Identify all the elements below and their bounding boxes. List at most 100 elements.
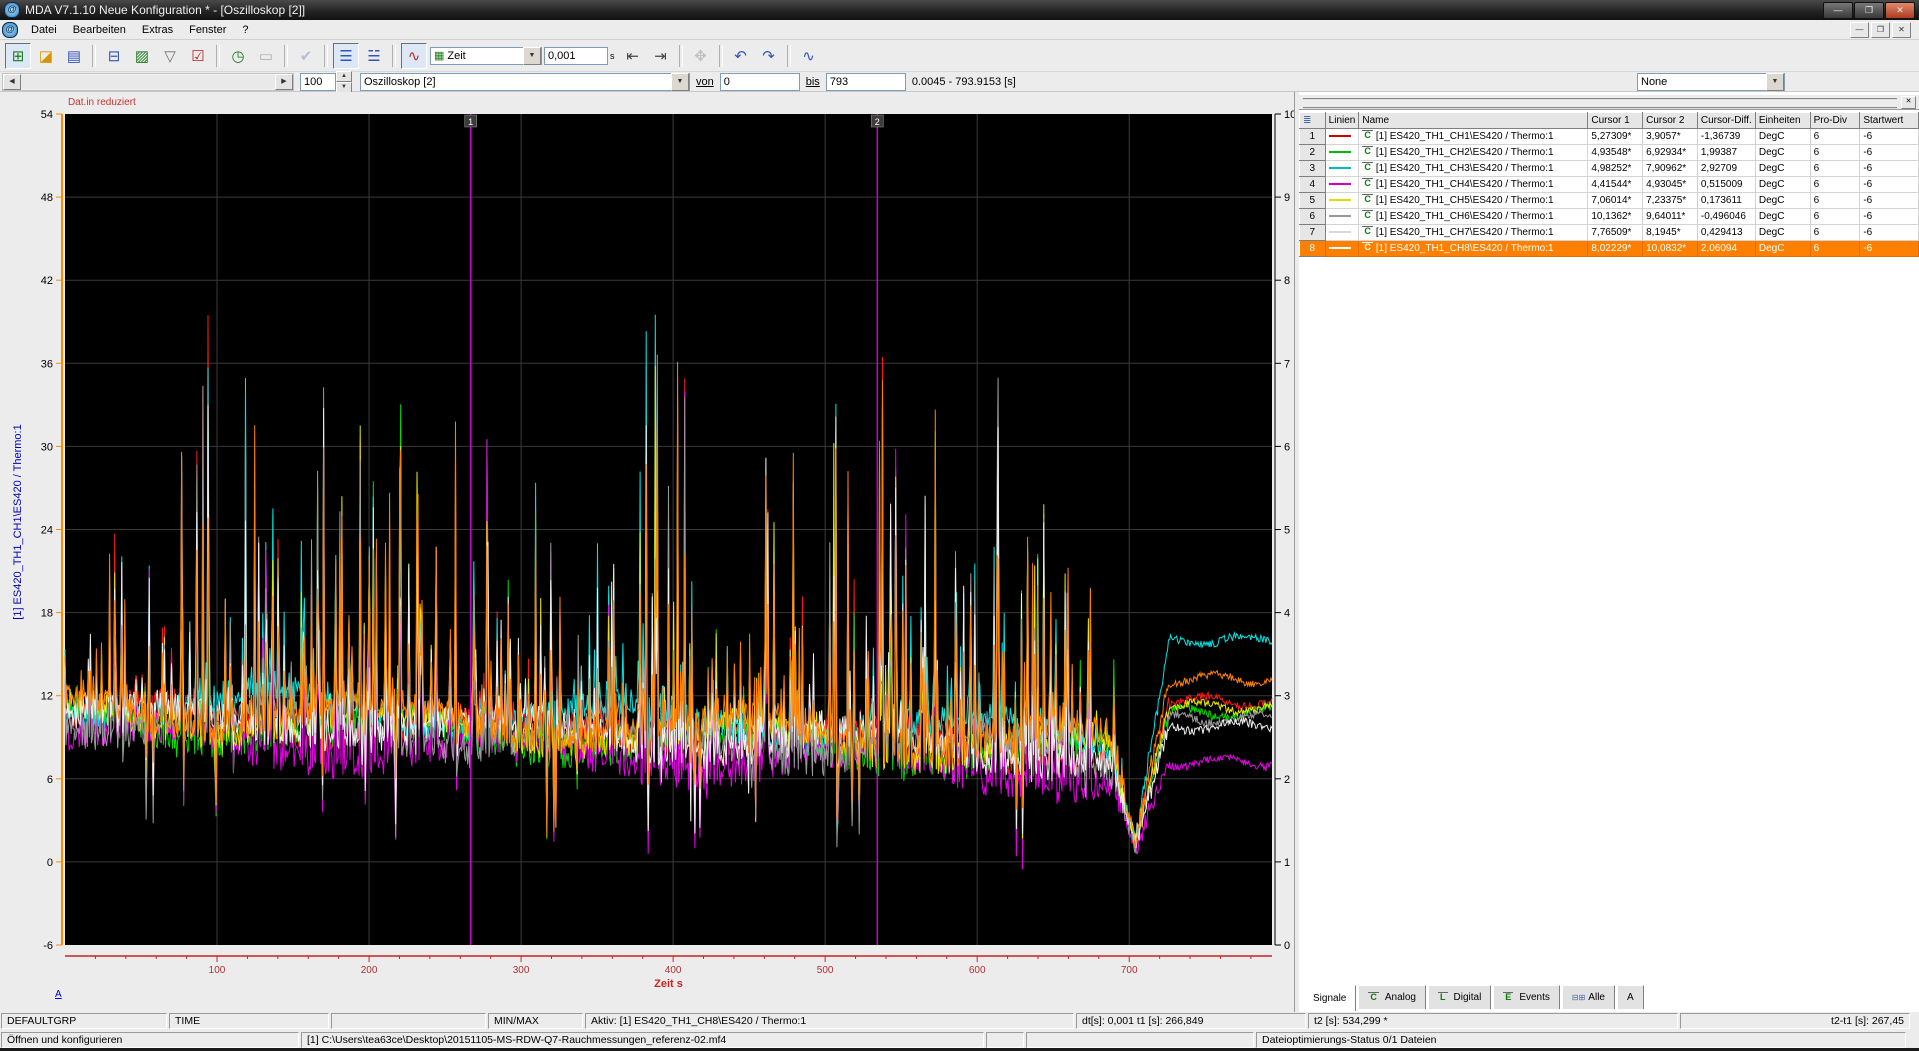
signal-name[interactable]: C[1] ES420_TH1_CH8\ES420 / Thermo:1 xyxy=(1359,241,1588,257)
menu-item-datei[interactable]: Datei xyxy=(23,22,65,38)
save-button[interactable]: ▤ xyxy=(61,43,87,69)
cursor-diff-value[interactable]: -0,496046 xyxy=(1697,209,1755,225)
unit-value[interactable]: DegC xyxy=(1755,161,1810,177)
startwert-value[interactable]: -6 xyxy=(1860,129,1919,145)
line-style-cell[interactable] xyxy=(1325,241,1359,257)
signal-name[interactable]: C[1] ES420_TH1_CH3\ES420 / Thermo:1 xyxy=(1359,161,1588,177)
chevron-down-icon[interactable]: ▼ xyxy=(671,73,689,91)
prodiv-value[interactable]: 6 xyxy=(1810,145,1860,161)
von-input[interactable] xyxy=(720,73,800,91)
cursor1-value[interactable]: 4,93548* xyxy=(1588,145,1643,161)
column-header-pro-div[interactable]: Pro-Div xyxy=(1810,113,1860,129)
prodiv-value[interactable]: 6 xyxy=(1810,225,1860,241)
signal-name[interactable]: C[1] ES420_TH1_CH1\ES420 / Thermo:1 xyxy=(1359,129,1588,145)
list-view-button[interactable]: ☰ xyxy=(333,43,359,69)
prodiv-value[interactable]: 6 xyxy=(1810,241,1860,257)
tab-digital[interactable]: LDigital xyxy=(1428,985,1491,1009)
cursor1-value[interactable]: 7,76509* xyxy=(1588,225,1643,241)
line-style-cell[interactable] xyxy=(1325,161,1359,177)
title-bar[interactable]: @ MDA V7.1.10 Neue Konfiguration * - [Os… xyxy=(0,0,1919,20)
line-style-cell[interactable] xyxy=(1325,225,1359,241)
prodiv-value[interactable]: 6 xyxy=(1810,161,1860,177)
cursor2-value[interactable]: 9,64011* xyxy=(1643,209,1698,225)
cursor-diff-value[interactable]: 0,173611 xyxy=(1697,193,1755,209)
row-number[interactable]: 1 xyxy=(1300,129,1326,145)
list-config-button[interactable]: ☱ xyxy=(361,43,387,69)
row-number[interactable]: 2 xyxy=(1300,145,1326,161)
tab-a[interactable]: A xyxy=(1617,985,1644,1009)
unit-value[interactable]: DegC xyxy=(1755,193,1810,209)
cursor1-value[interactable]: 7,06014* xyxy=(1588,193,1643,209)
signal-curve-button[interactable]: ∿ xyxy=(401,43,427,69)
open-file-button[interactable]: ◪ xyxy=(33,43,59,69)
time-mode-select[interactable]: ▦ Zeit ▼ xyxy=(430,47,542,65)
minimize-button[interactable]: — xyxy=(1823,2,1853,19)
menu-item-[interactable]: ? xyxy=(234,22,256,38)
line-style-cell[interactable] xyxy=(1325,177,1359,193)
close-panel-icon[interactable]: ✕ xyxy=(1901,96,1916,109)
startwert-value[interactable]: -6 xyxy=(1860,225,1919,241)
table-row[interactable]: 8C[1] ES420_TH1_CH8\ES420 / Thermo:18,02… xyxy=(1300,241,1919,257)
chevron-down-icon[interactable]: ▼ xyxy=(1766,73,1784,91)
line-style-cell[interactable] xyxy=(1325,129,1359,145)
scroll-left-icon[interactable]: ◀ xyxy=(3,74,21,90)
chevron-down-icon[interactable]: ▼ xyxy=(523,47,541,65)
line-style-cell[interactable] xyxy=(1325,209,1359,225)
prodiv-value[interactable]: 6 xyxy=(1810,129,1860,145)
cursor-diff-value[interactable]: 0,515009 xyxy=(1697,177,1755,193)
prodiv-value[interactable]: 6 xyxy=(1810,193,1860,209)
tab-analog[interactable]: CAnalog xyxy=(1358,985,1426,1009)
filter-button[interactable]: ▽ xyxy=(157,43,183,69)
cursor-diff-value[interactable]: 1,99387 xyxy=(1697,145,1755,161)
table-row[interactable]: 7 C[1] ES420_TH1_CH7\ES420 / Thermo:17,76… xyxy=(1300,225,1919,241)
signal-name[interactable]: C[1] ES420_TH1_CH7\ES420 / Thermo:1 xyxy=(1359,225,1588,241)
prodiv-value[interactable]: 6 xyxy=(1810,209,1860,225)
prodiv-value[interactable]: 6 xyxy=(1810,177,1860,193)
edit-config-button[interactable]: ▨ xyxy=(129,43,155,69)
cursor-diff-value[interactable]: 2,92709 xyxy=(1697,161,1755,177)
filter-select[interactable]: None ▼ xyxy=(1637,73,1785,91)
row-number[interactable]: 7 xyxy=(1300,225,1326,241)
column-header-cursor-2[interactable]: Cursor 2 xyxy=(1643,113,1698,129)
tab-signale[interactable]: Signale xyxy=(1303,985,1356,1011)
line-style-cell[interactable] xyxy=(1325,193,1359,209)
startwert-value[interactable]: -6 xyxy=(1860,177,1919,193)
redo-button[interactable]: ↷ xyxy=(756,43,782,69)
signal-name[interactable]: C[1] ES420_TH1_CH2\ES420 / Thermo:1 xyxy=(1359,145,1588,161)
cursor-diff-value[interactable]: -1,36739 xyxy=(1697,129,1755,145)
table-row[interactable]: 4C[1] ES420_TH1_CH4\ES420 / Thermo:14,41… xyxy=(1300,177,1919,193)
cursor1-value[interactable]: 5,27309* xyxy=(1588,129,1643,145)
column-header-cursor-1[interactable]: Cursor 1 xyxy=(1588,113,1643,129)
cursor2-value[interactable]: 8,1945* xyxy=(1643,225,1698,241)
undo-button[interactable]: ↶ xyxy=(728,43,754,69)
row-number[interactable]: 8 xyxy=(1300,241,1326,257)
unit-value[interactable]: DegC xyxy=(1755,225,1810,241)
maximize-button[interactable]: ❐ xyxy=(1854,2,1884,19)
table-row[interactable]: 6C[1] ES420_TH1_CH6\ES420 / Thermo:110,1… xyxy=(1300,209,1919,225)
check-list-button[interactable]: ☑ xyxy=(185,43,211,69)
cursor2-value[interactable]: 4,93045* xyxy=(1643,177,1698,193)
oscilloscope-chart[interactable]: -606121824303642485401234567891012100200… xyxy=(0,92,1294,1012)
row-number[interactable]: 5 xyxy=(1300,193,1326,209)
cursor-diff-value[interactable]: 2,06094 xyxy=(1697,241,1755,257)
tab-events[interactable]: EEvents xyxy=(1493,985,1560,1009)
table-row[interactable]: 2 C[1] ES420_TH1_CH2\ES420 / Thermo:14,93… xyxy=(1300,145,1919,161)
row-number[interactable]: 6 xyxy=(1300,209,1326,225)
mdi-restore-icon[interactable]: ❐ xyxy=(1871,22,1890,38)
row-number[interactable]: 3 xyxy=(1300,161,1326,177)
startwert-value[interactable]: -6 xyxy=(1860,161,1919,177)
scroll-right-icon[interactable]: ▶ xyxy=(275,74,293,90)
spin-down-icon[interactable]: ▼ xyxy=(336,82,352,93)
table-corner-header[interactable]: ≣ xyxy=(1300,113,1326,129)
signal-name[interactable]: C[1] ES420_TH1_CH5\ES420 / Thermo:1 xyxy=(1359,193,1588,209)
cursor2-value[interactable]: 10,0832* xyxy=(1643,241,1698,257)
show-config-button[interactable]: ⊟ xyxy=(101,43,127,69)
cursor1-value[interactable]: 4,41544* xyxy=(1588,177,1643,193)
cursor2-value[interactable]: 7,90962* xyxy=(1643,161,1698,177)
cursor-diff-value[interactable]: 0,429413 xyxy=(1697,225,1755,241)
startwert-value[interactable]: -6 xyxy=(1860,193,1919,209)
column-header-cursor-diff-[interactable]: Cursor-Diff. xyxy=(1697,113,1755,129)
menu-item-extras[interactable]: Extras xyxy=(134,22,181,38)
view-select[interactable]: Oszilloskop [2] ▼ xyxy=(360,73,690,91)
column-header-einheiten[interactable]: Einheiten xyxy=(1755,113,1810,129)
